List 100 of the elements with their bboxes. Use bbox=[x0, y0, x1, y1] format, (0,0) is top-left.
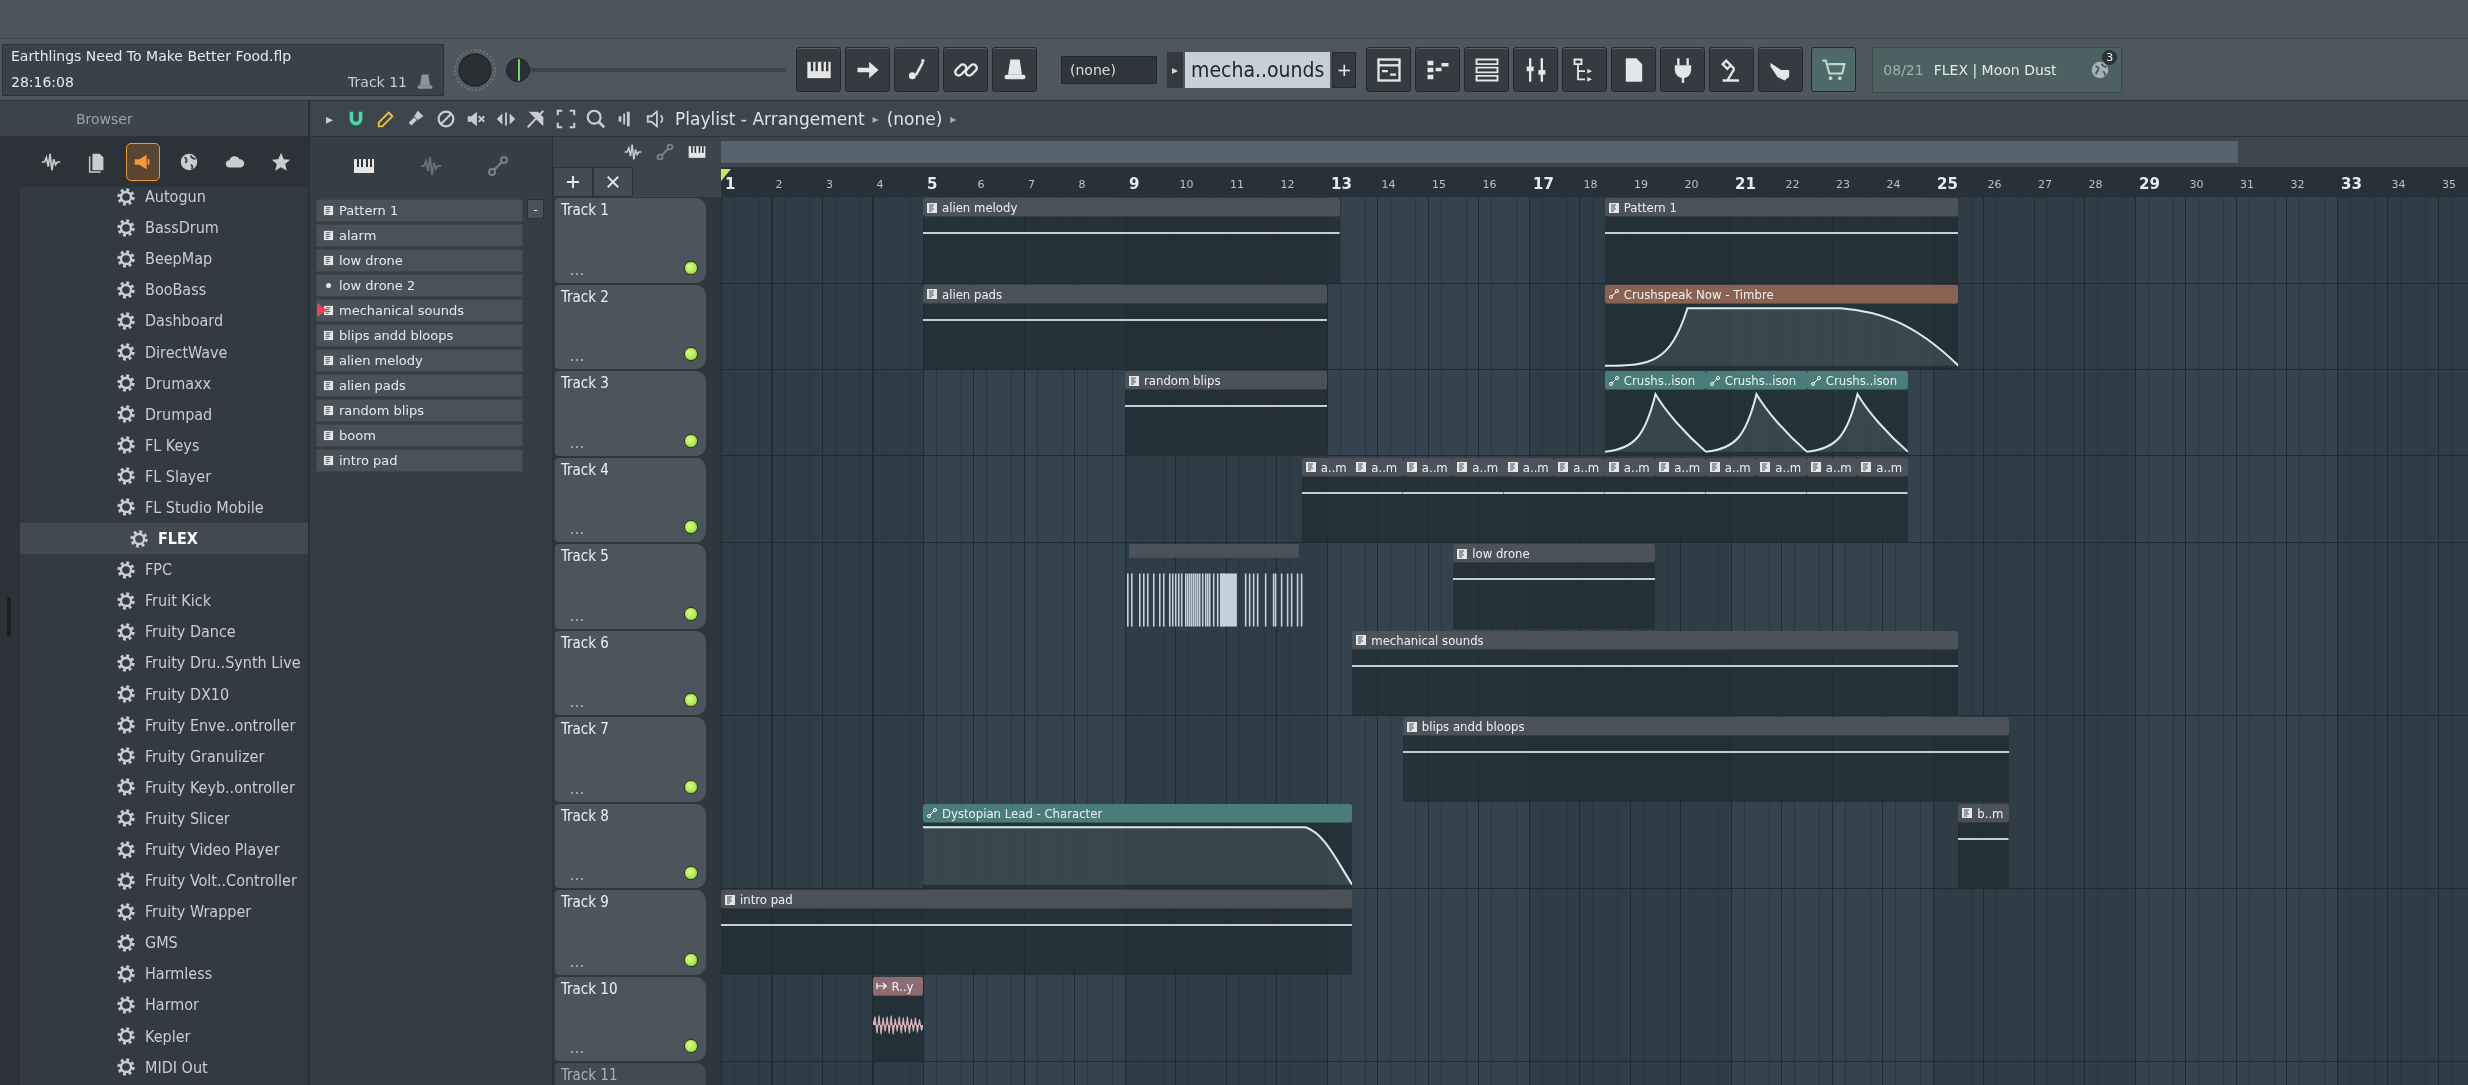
track-header[interactable]: Track 4 bbox=[555, 457, 706, 542]
track-header[interactable]: Track 1 bbox=[555, 198, 706, 283]
select-icon[interactable] bbox=[555, 107, 578, 130]
project-button[interactable] bbox=[1611, 47, 1657, 92]
channel-rack-button[interactable] bbox=[1464, 47, 1510, 92]
browser-item[interactable]: Drumaxx bbox=[20, 367, 308, 399]
more-icon[interactable] bbox=[571, 272, 583, 275]
audio-clip[interactable]: R..y bbox=[872, 976, 923, 1061]
pattern-clip[interactable]: low drone bbox=[1453, 544, 1656, 629]
automation-clip[interactable]: Crushs..ison bbox=[1705, 371, 1807, 456]
browser-item[interactable]: DirectWave bbox=[20, 336, 308, 368]
pattern-item[interactable]: low drone 2 bbox=[316, 274, 523, 297]
step-sequencer-button[interactable] bbox=[1415, 47, 1461, 92]
browser-item[interactable]: Fruit Kick bbox=[20, 585, 308, 617]
track-enable-led[interactable] bbox=[684, 433, 698, 448]
track-enable-led[interactable] bbox=[684, 520, 698, 534]
browser-item[interactable]: FPC bbox=[20, 554, 308, 586]
plugin-database-button[interactable] bbox=[1660, 47, 1706, 92]
track-enable-led[interactable] bbox=[684, 260, 698, 275]
pattern-clip[interactable]: a..m bbox=[1554, 457, 1605, 542]
browser-item[interactable]: FLEX bbox=[20, 523, 308, 555]
track-header[interactable]: Track 2 bbox=[555, 284, 706, 369]
collapse-button[interactable]: - bbox=[527, 199, 544, 219]
track-header[interactable]: Track 11 bbox=[555, 1063, 706, 1085]
pattern-item[interactable]: low drone bbox=[316, 249, 523, 272]
track-enable-led[interactable] bbox=[684, 693, 698, 707]
browser-item[interactable]: Fruity Dance bbox=[20, 616, 308, 648]
automation-clip[interactable]: Crushs..ison bbox=[1806, 371, 1908, 456]
track-header[interactable]: Track 3 bbox=[555, 371, 706, 456]
track-header[interactable]: Track 9 bbox=[555, 890, 706, 975]
browser-item[interactable]: BassDrum bbox=[20, 212, 308, 244]
browser-item[interactable]: Fruity Volt..Controller bbox=[20, 865, 308, 897]
more-icon[interactable] bbox=[571, 618, 583, 621]
browser-item[interactable]: Harmless bbox=[20, 958, 308, 990]
browser-item[interactable]: Fruity Wrapper bbox=[20, 896, 308, 928]
pattern-name-field[interactable]: mecha..ounds bbox=[1185, 51, 1331, 88]
pattern-clip[interactable]: b..m bbox=[1958, 803, 2009, 888]
track-enable-led[interactable] bbox=[684, 1039, 698, 1053]
browser-item[interactable]: Fruity Dru..Synth Live bbox=[20, 647, 308, 679]
browser-item[interactable]: Fruity Keyb..ontroller bbox=[20, 771, 308, 803]
more-icon[interactable] bbox=[571, 445, 583, 448]
time-ruler[interactable]: 1 2 3 4 5 6 7 8 9 10 11 12 13 14 15 16 17 18 19 20 21 22 23 24 25 26 27 28 29 30 31 32 33 34 35 bbox=[721, 167, 2468, 197]
plugin-button[interactable] bbox=[992, 47, 1037, 92]
track-header[interactable]: Track 8 bbox=[555, 803, 706, 888]
browser-item[interactable]: Harmor bbox=[20, 989, 308, 1021]
pattern-item[interactable]: alarm bbox=[316, 224, 523, 247]
pattern-clip[interactable]: a..m bbox=[1806, 457, 1858, 542]
pattern-item[interactable]: mechanical sounds bbox=[316, 299, 523, 322]
pattern-clip[interactable]: a..m bbox=[1857, 457, 1908, 542]
more-icon[interactable] bbox=[571, 791, 583, 794]
note-button[interactable] bbox=[894, 47, 939, 92]
track-header[interactable]: Track 6 bbox=[555, 630, 706, 715]
slider-thumb[interactable] bbox=[506, 57, 530, 82]
search-icon[interactable] bbox=[585, 107, 608, 130]
pattern-item[interactable]: intro pad bbox=[316, 449, 523, 472]
pattern-clip[interactable]: Pattern 1 bbox=[1604, 198, 1959, 283]
automation-icon[interactable] bbox=[655, 142, 675, 162]
more-icon[interactable] bbox=[571, 964, 583, 967]
automation-clip[interactable]: Crushspeak Now - Timbre bbox=[1604, 284, 1959, 369]
track-enable-led[interactable] bbox=[684, 606, 698, 621]
browser-item[interactable]: Fruity Enve..ontroller bbox=[20, 709, 308, 741]
track-enable-led[interactable] bbox=[684, 866, 698, 880]
pattern-clip[interactable]: a..m bbox=[1705, 457, 1757, 542]
pattern-clip[interactable]: a..m bbox=[1402, 457, 1454, 542]
add-pattern-button[interactable]: + bbox=[1332, 51, 1357, 88]
pattern-item[interactable]: alien melody bbox=[316, 349, 523, 372]
browser-item[interactable]: Autogun bbox=[20, 187, 308, 213]
browser-item[interactable]: MIDI Out bbox=[20, 1051, 308, 1083]
browser-item[interactable]: Fruity Slicer bbox=[20, 802, 308, 834]
recording-button[interactable] bbox=[1709, 47, 1755, 92]
arrangement-selector[interactable]: (none) bbox=[886, 108, 943, 129]
pattern-clip[interactable]: intro pad bbox=[721, 890, 1353, 975]
browser-item[interactable]: Fruity Video Player bbox=[20, 833, 308, 866]
pattern-item[interactable]: alien pads bbox=[316, 374, 523, 397]
automation-icon[interactable] bbox=[486, 154, 511, 178]
browser-item[interactable]: Dashboard bbox=[20, 305, 308, 337]
browser-item[interactable]: Fruity Granulizer bbox=[20, 740, 308, 772]
pattern-item[interactable]: Pattern 1 bbox=[316, 199, 523, 222]
track-enable-led[interactable] bbox=[684, 347, 698, 361]
pattern-clip[interactable]: a..m bbox=[1453, 457, 1504, 542]
browser-item[interactable]: FL Keys bbox=[20, 429, 308, 461]
browser-item[interactable]: GMS bbox=[20, 927, 308, 959]
playlist-button[interactable] bbox=[1366, 47, 1412, 92]
pattern-item[interactable]: boom bbox=[316, 424, 523, 447]
track-header[interactable]: Track 10 bbox=[555, 976, 706, 1061]
browser-tab[interactable] bbox=[125, 143, 161, 181]
pattern-clip[interactable]: alien melody bbox=[923, 198, 1340, 283]
pattern-clip[interactable]: alien pads bbox=[923, 284, 1327, 369]
track-header[interactable]: Track 5 bbox=[555, 544, 706, 629]
browser-item[interactable]: Fruity DX10 bbox=[20, 678, 308, 710]
automation-clip[interactable]: Crushs..ison bbox=[1604, 371, 1706, 456]
pattern-item[interactable]: random blips bbox=[316, 399, 523, 422]
waveform-icon[interactable] bbox=[623, 142, 643, 162]
pattern-clip[interactable]: a..m bbox=[1352, 457, 1403, 542]
browser-item[interactable]: Kepler bbox=[20, 1020, 308, 1052]
browser-title[interactable]: Browser bbox=[76, 110, 133, 127]
link-button[interactable] bbox=[943, 47, 988, 92]
pattern-clip[interactable]: a..m bbox=[1301, 457, 1353, 542]
pattern-clip[interactable]: a..m bbox=[1503, 457, 1555, 542]
track-enable-led[interactable] bbox=[684, 952, 698, 967]
